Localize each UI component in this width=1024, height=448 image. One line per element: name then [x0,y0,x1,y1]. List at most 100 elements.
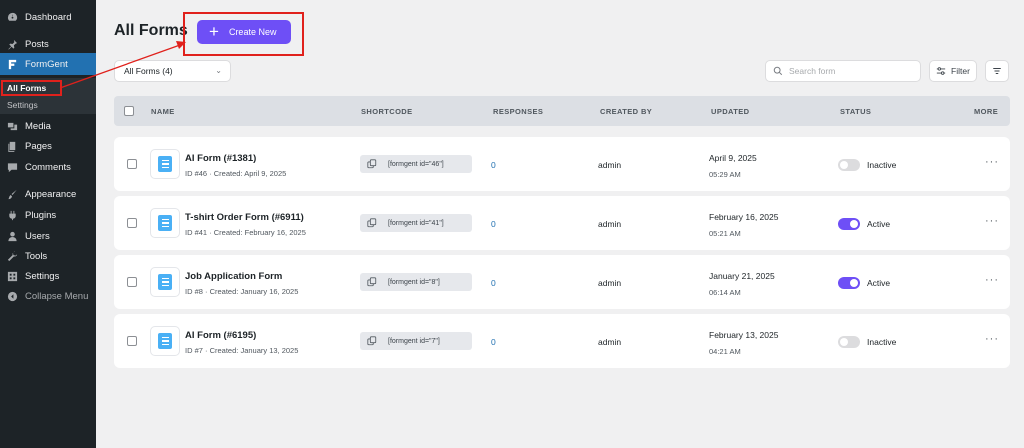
sidebar-item-collapse[interactable]: Collapse Menu [0,286,96,306]
media-icon [6,120,18,132]
shortcode-copy[interactable]: [formgent id="41"] [360,214,472,232]
row-checkbox[interactable] [127,159,137,169]
column-header-created-by[interactable]: CREATED BY [600,107,652,116]
more-icon[interactable]: ··· [985,156,999,168]
form-icon [150,326,180,356]
updated-date: February 13, 2025 [709,330,779,340]
row-checkbox[interactable] [127,277,137,287]
form-name[interactable]: AI Form (#6195) [185,330,256,341]
sidebar-item-label: Settings [25,270,60,282]
row-checkbox[interactable] [127,336,137,346]
shortcode-text: [formgent id="41"] [388,219,444,227]
column-header-name[interactable]: NAME [151,107,175,116]
row-checkbox[interactable] [127,218,137,228]
column-header-responses[interactable]: RESPONSES [493,107,543,116]
user-icon [6,230,18,242]
status-toggle[interactable] [838,336,860,348]
column-header-status[interactable]: STATUS [840,107,871,116]
form-name[interactable]: T-shirt Order Form (#6911) [185,212,304,223]
status-toggle[interactable] [838,159,860,171]
form-icon [150,208,180,238]
comments-icon [6,161,18,173]
shortcode-copy[interactable]: [formgent id="8"] [360,273,472,291]
shortcode-copy[interactable]: [formgent id="7"] [360,332,472,350]
create-new-highlight [183,12,304,56]
sidebar-item-settings[interactable]: Settings [0,266,96,286]
search-input[interactable]: Search form [765,60,921,82]
status-text: Inactive [867,160,897,170]
responses-count[interactable]: 0 [491,278,496,288]
table-row[interactable]: AI Form (#1381) ID #46 · Created: April … [114,137,1010,191]
wrench-icon [6,250,18,262]
status-text: Active [867,278,891,288]
sidebar-item-label: FormGent [25,58,68,70]
table-row[interactable]: AI Form (#6195) ID #7 · Created: January… [114,314,1010,368]
shortcode-copy[interactable]: [formgent id="46"] [360,155,472,173]
sidebar-item-label: Plugins [25,209,57,221]
plugin-icon [6,209,18,221]
status-text: Inactive [867,337,897,347]
created-by: admin [598,160,622,170]
formgent-icon [6,58,18,70]
form-meta: ID #46 · Created: April 9, 2025 [185,169,287,178]
updated-time: 05:21 AM [709,229,741,238]
column-header-updated[interactable]: UPDATED [711,107,750,116]
copy-icon [367,159,377,169]
responses-count[interactable]: 0 [491,160,496,170]
sidebar-item-plugins[interactable]: Plugins [0,205,96,225]
filter-button[interactable]: Filter [929,60,977,82]
sidebar-item-tools[interactable]: Tools [0,246,96,266]
admin-sidebar: Dashboard Posts FormGent All Forms Setti… [0,0,96,448]
sidebar-item-formgent[interactable]: FormGent [0,53,96,75]
sidebar-item-label: Comments [25,161,71,173]
sidebar-item-label: Collapse Menu [25,290,89,302]
sidebar-item-dashboard[interactable]: Dashboard [0,7,96,27]
responses-count[interactable]: 0 [491,337,496,347]
sidebar-item-label: Users [25,230,50,242]
collapse-icon [6,290,18,302]
responses-count[interactable]: 0 [491,219,496,229]
created-by: admin [598,219,622,229]
more-icon[interactable]: ··· [985,274,999,286]
sidebar-item-label: Tools [25,250,48,262]
sidebar-item-label: Posts [25,38,49,50]
submenu-settings[interactable]: Settings [7,100,38,110]
status-toggle[interactable] [838,277,860,289]
sort-button[interactable] [985,60,1009,82]
all-forms-highlight [1,80,62,96]
status-text: Active [867,219,891,229]
updated-date: April 9, 2025 [709,153,757,163]
column-header-more: MORE [974,107,999,116]
form-meta: ID #8 · Created: January 16, 2025 [185,287,299,296]
sort-icon [993,68,1001,74]
table-row[interactable]: T-shirt Order Form (#6911) ID #41 · Crea… [114,196,1010,250]
more-icon[interactable]: ··· [985,333,999,345]
created-by: admin [598,278,622,288]
form-name[interactable]: AI Form (#1381) [185,153,256,164]
form-icon [150,267,180,297]
updated-date: February 16, 2025 [709,212,779,222]
page-title: All Forms [114,22,188,39]
updated-time: 05:29 AM [709,170,741,179]
form-name[interactable]: Job Application Form [185,271,282,282]
updated-time: 06:14 AM [709,288,741,297]
sidebar-item-label: Dashboard [25,11,72,23]
sidebar-item-appearance[interactable]: Appearance [0,184,96,204]
sidebar-item-posts[interactable]: Posts [0,34,96,54]
table-row[interactable]: Job Application Form ID #8 · Created: Ja… [114,255,1010,309]
updated-date: January 21, 2025 [709,271,775,281]
shortcode-text: [formgent id="7"] [388,337,440,345]
shortcode-text: [formgent id="46"] [388,160,444,168]
sidebar-item-media[interactable]: Media [0,116,96,136]
sidebar-item-users[interactable]: Users [0,226,96,246]
status-toggle[interactable] [838,218,860,230]
form-filter-select[interactable]: All Forms (4) ⌄ [114,60,231,82]
form-icon [150,149,180,179]
more-icon[interactable]: ··· [985,215,999,227]
sidebar-item-pages[interactable]: Pages [0,136,96,156]
copy-icon [367,336,377,346]
select-all-checkbox[interactable] [124,106,134,116]
sidebar-item-comments[interactable]: Comments [0,157,96,177]
search-icon [773,66,783,76]
sidebar-item-label: Appearance [25,188,77,200]
